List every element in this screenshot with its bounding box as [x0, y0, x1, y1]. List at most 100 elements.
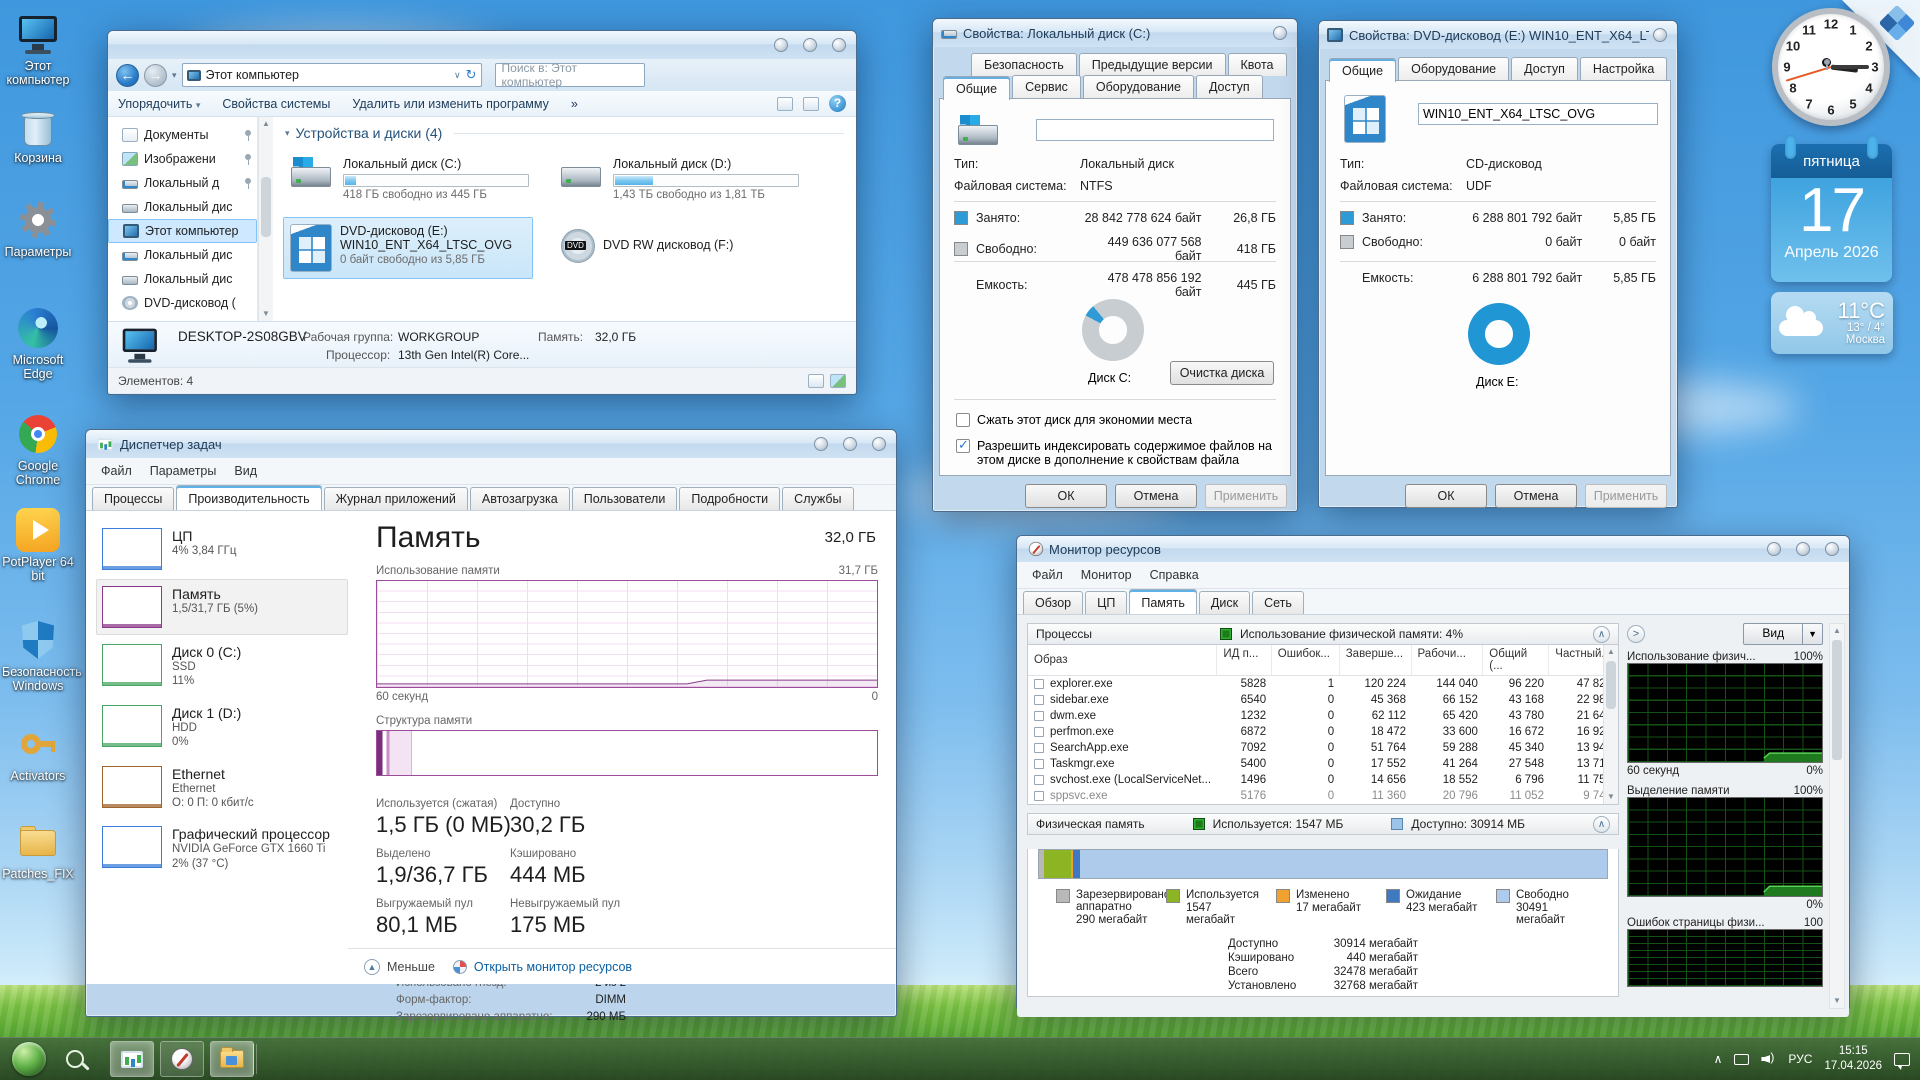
process-row[interactable]: sidebar.exe6540045 36866 15243 16822 984: [1028, 692, 1618, 708]
process-row[interactable]: dwm.exe1232062 11265 42043 78021 640: [1028, 708, 1618, 724]
tab-Службы[interactable]: Службы: [782, 487, 853, 510]
scrollbar-thumb[interactable]: [261, 177, 271, 237]
group-header[interactable]: ▾Устройства и диски (4): [285, 125, 844, 141]
search-input[interactable]: Поиск в: Этот компьютер: [495, 63, 645, 87]
process-row[interactable]: explorer.exe58281120 224144 04096 22047 …: [1028, 676, 1618, 692]
uninstall-program-button[interactable]: Удалить или изменить программу: [352, 97, 549, 111]
tab-Квота[interactable]: Квота: [1228, 53, 1287, 76]
desktop-icon-chrome[interactable]: Google Chrome: [2, 412, 74, 488]
ok-button[interactable]: ОК: [1405, 484, 1487, 508]
perf-sidebar-item[interactable]: Память1,5/31,7 ГБ (5%): [96, 579, 348, 635]
back-button[interactable]: ←: [116, 64, 139, 87]
drive-d-tile[interactable]: Локальный диск (D:) 1,43 ТБ свободно из …: [561, 157, 799, 201]
close-button[interactable]: [832, 38, 846, 52]
process-row[interactable]: Taskmgr.exe5400017 55241 26427 54813 716: [1028, 756, 1618, 772]
resmon-titlebar[interactable]: Монитор ресурсов: [1017, 536, 1849, 562]
refresh-icon[interactable]: ↻: [466, 67, 477, 83]
address-dropdown-icon[interactable]: ∨: [454, 70, 461, 81]
minimize-button[interactable]: [774, 38, 788, 52]
disk-cleanup-button[interactable]: Очистка диска: [1170, 361, 1274, 385]
forward-button[interactable]: →: [144, 64, 167, 87]
tab-Сеть[interactable]: Сеть: [1252, 591, 1304, 614]
sidebar-item[interactable]: Локальный дис: [108, 195, 257, 219]
view-dropdown[interactable]: Вид▼: [1743, 623, 1823, 645]
desktop-icon-edge[interactable]: Microsoft Edge: [2, 306, 74, 382]
taskbar-clock[interactable]: 15:15 17.04.2026: [1824, 1044, 1882, 1074]
sidebar-item[interactable]: DVD-дисковод (: [108, 291, 257, 315]
row-checkbox[interactable]: [1034, 711, 1044, 721]
collapse-icon[interactable]: ∧: [1593, 816, 1610, 833]
thumbnail-view-icon[interactable]: [830, 374, 846, 388]
process-row[interactable]: SearchApp.exe7092051 76459 28845 34013 9…: [1028, 740, 1618, 756]
row-checkbox[interactable]: [1034, 791, 1044, 801]
tab-Доступ[interactable]: Доступ: [1511, 57, 1578, 81]
desktop-icon-recycle-bin[interactable]: Корзина: [2, 104, 74, 165]
process-row[interactable]: sppsvc.exe5176011 36020 79611 0529 744: [1028, 788, 1618, 804]
sidebar-item[interactable]: Локальный дис: [108, 243, 257, 267]
dialog-titlebar[interactable]: Свойства: Локальный диск (C:): [933, 19, 1297, 47]
tab-Общие[interactable]: Общие: [1329, 58, 1396, 82]
tab-Пользователи[interactable]: Пользователи: [572, 487, 678, 510]
checkbox-checked-icon[interactable]: [956, 439, 970, 453]
address-bar[interactable]: Этот компьютер ∨ ↻: [182, 63, 482, 87]
close-button[interactable]: [1273, 26, 1287, 40]
tab-Общие[interactable]: Общие: [943, 76, 1010, 100]
network-icon[interactable]: [1734, 1054, 1749, 1065]
taskbar-explorer[interactable]: [210, 1041, 254, 1077]
tab-Процессы[interactable]: Процессы: [92, 487, 174, 510]
tab-Доступ[interactable]: Доступ: [1196, 75, 1263, 99]
apply-button[interactable]: Применить: [1205, 484, 1287, 508]
tab-Память[interactable]: Память: [1129, 589, 1197, 614]
perf-sidebar-item[interactable]: EthernetEthernet О: 0 П: 0 кбит/с: [96, 759, 348, 818]
column-header[interactable]: Образ: [1028, 645, 1217, 675]
perf-sidebar-item[interactable]: Диск 1 (D:)HDD 0%: [96, 698, 348, 757]
explorer-titlebar[interactable]: [108, 31, 856, 59]
close-button[interactable]: [1825, 542, 1839, 556]
scroll-up-icon[interactable]: ▲: [259, 117, 273, 131]
menu-Вид[interactable]: Вид: [227, 462, 264, 480]
table-scrollbar[interactable]: ▲▼: [1603, 645, 1618, 804]
close-button[interactable]: [1653, 28, 1667, 42]
clock-widget[interactable]: 121 23 45 67 89 1011: [1772, 8, 1890, 126]
desktop-icon-potplayer[interactable]: PotPlayer 64 bit: [2, 508, 74, 584]
process-row[interactable]: perfmon.exe6872018 47233 60016 67216 928: [1028, 724, 1618, 740]
physical-memory-section-header[interactable]: Физическая память Используется: 1547 МБ …: [1027, 813, 1619, 835]
row-checkbox[interactable]: [1034, 727, 1044, 737]
tab-Производительность[interactable]: Производительность: [176, 485, 321, 510]
desktop-icon-windows-security[interactable]: Безопасность Windows: [2, 618, 74, 694]
taskmgr-titlebar[interactable]: Диспетчер задач: [86, 430, 896, 458]
column-header[interactable]: ИД п...: [1217, 645, 1271, 675]
collapse-icon[interactable]: ∧: [1593, 626, 1610, 643]
desktop-icon-settings[interactable]: Параметры: [2, 198, 74, 259]
sidebar-item[interactable]: Локальный дис: [108, 267, 257, 291]
volume-label-field[interactable]: [1036, 119, 1274, 141]
dvd-f-tile[interactable]: DVD DVD RW дисковод (F:): [561, 229, 733, 263]
preview-pane-icon[interactable]: [803, 97, 819, 111]
column-header[interactable]: Заверше...: [1340, 645, 1412, 675]
tab-Журнал приложений[interactable]: Журнал приложений: [324, 487, 468, 510]
menu-Справка[interactable]: Справка: [1143, 566, 1206, 584]
organize-menu[interactable]: Упорядочить ▾: [118, 97, 200, 111]
process-row[interactable]: svchost.exe (LocalServiceNet...1496014 6…: [1028, 772, 1618, 788]
desktop-icon-this-pc[interactable]: Этот компьютер: [2, 12, 74, 88]
sidebar-item[interactable]: Этот компьютер: [108, 219, 257, 243]
tab-Подробности[interactable]: Подробности: [679, 487, 780, 510]
maximize-button[interactable]: [843, 437, 857, 451]
memory-usage-graph[interactable]: [376, 580, 878, 688]
tab-Обзор[interactable]: Обзор: [1023, 591, 1083, 614]
scroll-down-icon[interactable]: ▼: [259, 307, 273, 321]
cancel-button[interactable]: Отмена: [1115, 484, 1197, 508]
less-button[interactable]: ▲Меньше: [364, 959, 435, 975]
perf-sidebar-item[interactable]: Графический процессорNVIDIA GeForce GTX …: [96, 819, 348, 878]
taskbar-resource-monitor[interactable]: [160, 1041, 204, 1077]
volume-label-field[interactable]: [1418, 103, 1658, 125]
row-checkbox[interactable]: [1034, 679, 1044, 689]
tab-Безопасность[interactable]: Безопасность: [971, 53, 1077, 76]
menu-Файл[interactable]: Файл: [1025, 566, 1070, 584]
desktop-icon-activators[interactable]: Activators: [2, 722, 74, 783]
open-resource-monitor-link[interactable]: Открыть монитор ресурсов: [453, 960, 632, 974]
tray-overflow-icon[interactable]: ∧: [1714, 1052, 1723, 1066]
views-icon[interactable]: [777, 97, 793, 111]
expand-icon[interactable]: >: [1627, 625, 1645, 643]
perf-sidebar-item[interactable]: ЦП4% 3,84 ГГц: [96, 521, 348, 577]
